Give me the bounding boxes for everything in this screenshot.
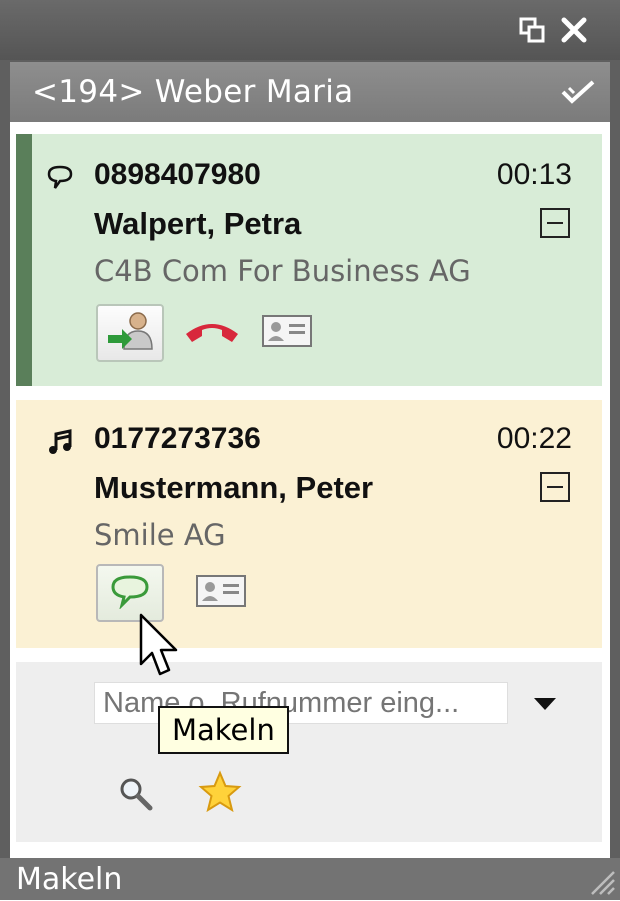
collapse-icon[interactable] <box>540 472 570 502</box>
speech-bubble-icon <box>109 573 151 614</box>
contact-card-icon <box>261 314 313 353</box>
transfer-call-icon <box>104 309 156 358</box>
favorite-star-icon[interactable] <box>196 768 244 816</box>
search-input[interactable] <box>94 682 508 724</box>
phone-window: <194> Weber Maria 0898407980 00:13 Walpe… <box>0 0 620 900</box>
call-item-active[interactable]: 0898407980 00:13 Walpert, Petra C4B Com … <box>16 134 602 386</box>
contact-card-icon <box>195 574 247 613</box>
dial-search-panel <box>16 662 602 842</box>
status-text: Makeln <box>16 862 123 897</box>
caller-name: Mustermann, Peter <box>94 470 374 505</box>
title-bar <box>0 0 620 60</box>
caller-company: C4B Com For Business AG <box>94 254 471 288</box>
mouse-cursor-icon <box>138 612 182 682</box>
line-header: <194> Weber Maria <box>10 62 610 122</box>
contact-card-button[interactable] <box>194 574 248 612</box>
music-note-icon <box>46 428 74 456</box>
call-list: 0898407980 00:13 Walpert, Petra C4B Com … <box>10 122 610 858</box>
call-duration: 00:13 <box>496 158 572 191</box>
caller-company: Smile AG <box>94 518 226 552</box>
hangup-icon <box>182 318 242 349</box>
caller-number: 0177273736 <box>94 422 261 455</box>
speech-bubble-icon <box>46 164 74 192</box>
hangup-button[interactable] <box>180 318 244 348</box>
caller-name: Walpert, Petra <box>94 206 302 241</box>
tooltip: Makeln <box>158 706 289 754</box>
call-duration: 00:22 <box>496 422 572 455</box>
caller-number: 0898407980 <box>94 158 261 191</box>
collapse-icon[interactable] <box>540 208 570 238</box>
active-call-indicator <box>16 134 32 386</box>
magnifier-icon[interactable] <box>114 772 158 816</box>
close-icon[interactable] <box>556 12 592 48</box>
restore-window-icon[interactable] <box>514 12 550 48</box>
transfer-call-button[interactable] <box>96 304 164 362</box>
call-item-on-hold[interactable]: 0177273736 00:22 Mustermann, Peter Smile… <box>16 400 602 648</box>
line-title: <194> Weber Maria <box>32 74 354 110</box>
check-double-icon[interactable] <box>560 78 596 106</box>
status-bar: Makeln <box>0 858 620 900</box>
contact-card-button[interactable] <box>260 314 314 352</box>
chevron-down-icon[interactable] <box>534 698 556 710</box>
resize-grip-icon[interactable] <box>584 864 616 896</box>
